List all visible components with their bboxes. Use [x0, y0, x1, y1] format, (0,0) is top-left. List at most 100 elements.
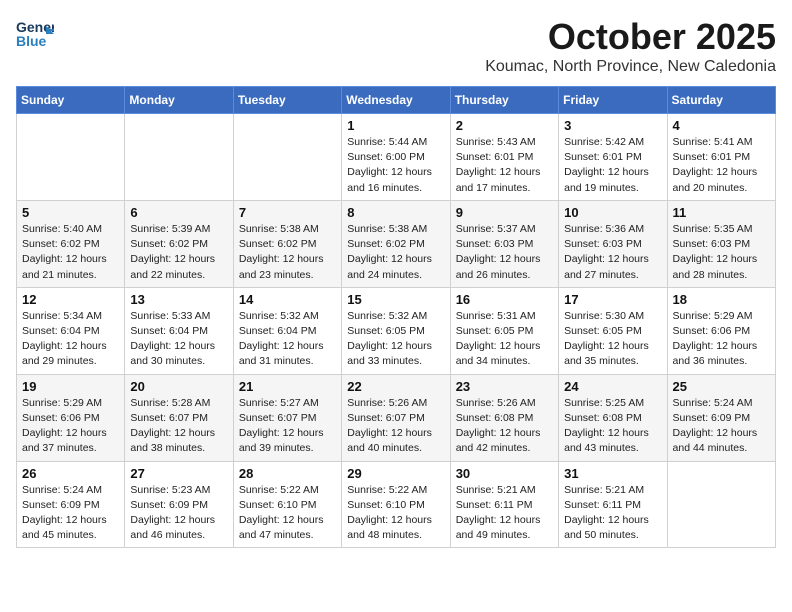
calendar-cell: 5 Sunrise: 5:40 AM Sunset: 6:02 PM Daylig…	[17, 200, 125, 287]
calendar-cell: 13Sunrise: 5:33 AM Sunset: 6:04 PM Dayli…	[125, 287, 233, 374]
day-number: 11	[673, 205, 770, 220]
day-number: 18	[673, 292, 770, 307]
day-number: 1	[347, 118, 444, 133]
day-info: Sunrise: 5:22 AM Sunset: 6:10 PM Dayligh…	[239, 483, 336, 544]
day-info: Sunrise: 5:27 AM Sunset: 6:07 PM Dayligh…	[239, 396, 336, 457]
day-number: 31	[564, 466, 661, 481]
calendar-cell: 7 Sunrise: 5:38 AM Sunset: 6:02 PM Daylig…	[233, 200, 341, 287]
day-info: Sunrise: 5:37 AM Sunset: 6:03 PM Dayligh…	[456, 222, 553, 283]
day-info: Sunrise: 5:30 AM Sunset: 6:05 PM Dayligh…	[564, 309, 661, 370]
weekday-header: Monday	[125, 87, 233, 114]
calendar-cell: 6Sunrise: 5:39 AM Sunset: 6:02 PM Daylig…	[125, 200, 233, 287]
calendar-cell: 27 Sunrise: 5:23 AM Sunset: 6:09 PM Dayli…	[125, 461, 233, 548]
calendar-week-row: 5 Sunrise: 5:40 AM Sunset: 6:02 PM Daylig…	[17, 200, 776, 287]
day-info: Sunrise: 5:28 AM Sunset: 6:07 PM Dayligh…	[130, 396, 227, 457]
day-info: Sunrise: 5:24 AM Sunset: 6:09 PM Dayligh…	[22, 483, 119, 544]
day-info: Sunrise: 5:33 AM Sunset: 6:04 PM Dayligh…	[130, 309, 227, 370]
day-info: Sunrise: 5:43 AM Sunset: 6:01 PM Dayligh…	[456, 135, 553, 196]
calendar-cell: 19 Sunrise: 5:29 AM Sunset: 6:06 PM Dayli…	[17, 374, 125, 461]
day-number: 20	[130, 379, 227, 394]
calendar-cell: 20 Sunrise: 5:28 AM Sunset: 6:07 PM Dayli…	[125, 374, 233, 461]
calendar-cell: 8Sunrise: 5:38 AM Sunset: 6:02 PM Daylig…	[342, 200, 450, 287]
day-info: Sunrise: 5:32 AM Sunset: 6:04 PM Dayligh…	[239, 309, 336, 370]
day-info: Sunrise: 5:22 AM Sunset: 6:10 PM Dayligh…	[347, 483, 444, 544]
calendar-week-row: 26 Sunrise: 5:24 AM Sunset: 6:09 PM Dayli…	[17, 461, 776, 548]
calendar-cell	[125, 114, 233, 201]
calendar-cell: 21 Sunrise: 5:27 AM Sunset: 6:07 PM Dayli…	[233, 374, 341, 461]
calendar-cell: 12Sunrise: 5:34 AM Sunset: 6:04 PM Dayli…	[17, 287, 125, 374]
calendar-cell: 2 Sunrise: 5:43 AM Sunset: 6:01 PM Daylig…	[450, 114, 558, 201]
calendar-week-row: 19 Sunrise: 5:29 AM Sunset: 6:06 PM Dayli…	[17, 374, 776, 461]
day-number: 7	[239, 205, 336, 220]
calendar-cell	[17, 114, 125, 201]
day-info: Sunrise: 5:29 AM Sunset: 6:06 PM Dayligh…	[22, 396, 119, 457]
calendar-cell: 10Sunrise: 5:36 AM Sunset: 6:03 PM Dayli…	[559, 200, 667, 287]
day-info: Sunrise: 5:35 AM Sunset: 6:03 PM Dayligh…	[673, 222, 770, 283]
day-number: 5	[22, 205, 119, 220]
calendar-cell: 3 Sunrise: 5:42 AM Sunset: 6:01 PM Daylig…	[559, 114, 667, 201]
day-number: 17	[564, 292, 661, 307]
weekday-header: Sunday	[17, 87, 125, 114]
day-number: 27	[130, 466, 227, 481]
day-number: 14	[239, 292, 336, 307]
day-info: Sunrise: 5:21 AM Sunset: 6:11 PM Dayligh…	[564, 483, 661, 544]
day-number: 10	[564, 205, 661, 220]
day-number: 16	[456, 292, 553, 307]
day-number: 3	[564, 118, 661, 133]
calendar-cell: 1 Sunrise: 5:44 AM Sunset: 6:00 PM Daylig…	[342, 114, 450, 201]
calendar-cell: 9 Sunrise: 5:37 AM Sunset: 6:03 PM Daylig…	[450, 200, 558, 287]
weekday-header: Friday	[559, 87, 667, 114]
day-number: 21	[239, 379, 336, 394]
day-number: 23	[456, 379, 553, 394]
calendar-cell: 26 Sunrise: 5:24 AM Sunset: 6:09 PM Dayli…	[17, 461, 125, 548]
day-number: 4	[673, 118, 770, 133]
day-info: Sunrise: 5:38 AM Sunset: 6:02 PM Dayligh…	[239, 222, 336, 283]
calendar-cell	[667, 461, 775, 548]
day-info: Sunrise: 5:34 AM Sunset: 6:04 PM Dayligh…	[22, 309, 119, 370]
calendar-cell: 31 Sunrise: 5:21 AM Sunset: 6:11 PM Dayli…	[559, 461, 667, 548]
calendar-body: 1 Sunrise: 5:44 AM Sunset: 6:00 PM Daylig…	[17, 114, 776, 548]
calendar-cell: 15Sunrise: 5:32 AM Sunset: 6:05 PM Dayli…	[342, 287, 450, 374]
day-number: 26	[22, 466, 119, 481]
calendar-cell	[233, 114, 341, 201]
day-number: 9	[456, 205, 553, 220]
calendar-cell: 29 Sunrise: 5:22 AM Sunset: 6:10 PM Dayli…	[342, 461, 450, 548]
calendar-week-row: 1 Sunrise: 5:44 AM Sunset: 6:00 PM Daylig…	[17, 114, 776, 201]
month-title: October 2025	[485, 16, 776, 58]
day-info: Sunrise: 5:29 AM Sunset: 6:06 PM Dayligh…	[673, 309, 770, 370]
day-info: Sunrise: 5:40 AM Sunset: 6:02 PM Dayligh…	[22, 222, 119, 283]
day-info: Sunrise: 5:42 AM Sunset: 6:01 PM Dayligh…	[564, 135, 661, 196]
day-info: Sunrise: 5:31 AM Sunset: 6:05 PM Dayligh…	[456, 309, 553, 370]
weekday-header: Saturday	[667, 87, 775, 114]
day-number: 28	[239, 466, 336, 481]
day-number: 15	[347, 292, 444, 307]
page-header: General Blue October 2025 Koumac, North …	[16, 16, 776, 76]
day-number: 19	[22, 379, 119, 394]
logo-icon: General Blue	[16, 16, 54, 52]
calendar-cell: 14 Sunrise: 5:32 AM Sunset: 6:04 PM Dayli…	[233, 287, 341, 374]
day-number: 2	[456, 118, 553, 133]
day-number: 30	[456, 466, 553, 481]
calendar-cell: 23 Sunrise: 5:26 AM Sunset: 6:08 PM Dayli…	[450, 374, 558, 461]
calendar-cell: 18 Sunrise: 5:29 AM Sunset: 6:06 PM Dayli…	[667, 287, 775, 374]
day-number: 25	[673, 379, 770, 394]
day-info: Sunrise: 5:23 AM Sunset: 6:09 PM Dayligh…	[130, 483, 227, 544]
calendar-cell: 28 Sunrise: 5:22 AM Sunset: 6:10 PM Dayli…	[233, 461, 341, 548]
day-number: 29	[347, 466, 444, 481]
calendar-cell: 30 Sunrise: 5:21 AM Sunset: 6:11 PM Dayli…	[450, 461, 558, 548]
calendar-cell: 24Sunrise: 5:25 AM Sunset: 6:08 PM Dayli…	[559, 374, 667, 461]
weekday-header: Wednesday	[342, 87, 450, 114]
calendar-cell: 22Sunrise: 5:26 AM Sunset: 6:07 PM Dayli…	[342, 374, 450, 461]
day-info: Sunrise: 5:24 AM Sunset: 6:09 PM Dayligh…	[673, 396, 770, 457]
weekday-header: Tuesday	[233, 87, 341, 114]
calendar-cell: 4Sunrise: 5:41 AM Sunset: 6:01 PM Daylig…	[667, 114, 775, 201]
day-info: Sunrise: 5:26 AM Sunset: 6:07 PM Dayligh…	[347, 396, 444, 457]
day-info: Sunrise: 5:21 AM Sunset: 6:11 PM Dayligh…	[456, 483, 553, 544]
logo: General Blue	[16, 16, 54, 52]
day-info: Sunrise: 5:26 AM Sunset: 6:08 PM Dayligh…	[456, 396, 553, 457]
day-info: Sunrise: 5:44 AM Sunset: 6:00 PM Dayligh…	[347, 135, 444, 196]
weekday-header: Thursday	[450, 87, 558, 114]
day-number: 6	[130, 205, 227, 220]
day-number: 24	[564, 379, 661, 394]
calendar-cell: 17 Sunrise: 5:30 AM Sunset: 6:05 PM Dayli…	[559, 287, 667, 374]
